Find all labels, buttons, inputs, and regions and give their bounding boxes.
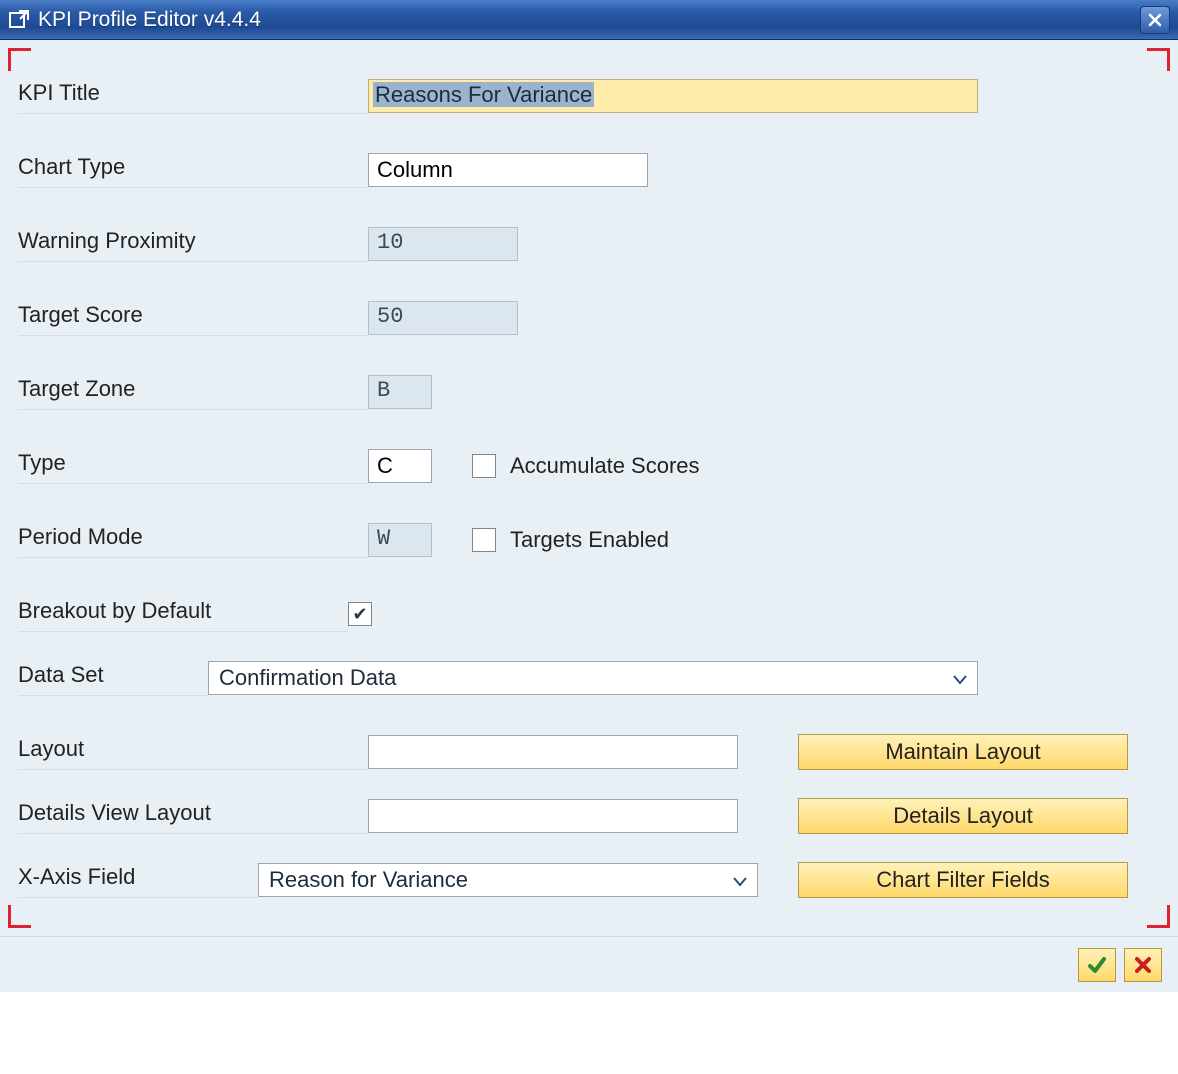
corner-marker bbox=[1147, 48, 1170, 71]
kpi-title-label: KPI Title bbox=[18, 78, 368, 114]
target-score-label: Target Score bbox=[18, 300, 368, 336]
corner-marker bbox=[1147, 905, 1170, 928]
period-mode-input[interactable]: W bbox=[368, 523, 432, 557]
form-content: KPI Title Reasons For Variance Chart Typ… bbox=[8, 48, 1170, 928]
ok-button[interactable] bbox=[1078, 948, 1116, 982]
target-zone-label: Target Zone bbox=[18, 374, 368, 410]
period-mode-label: Period Mode bbox=[18, 522, 368, 558]
targets-enabled-label: Targets Enabled bbox=[510, 527, 669, 553]
details-layout-button[interactable]: Details Layout bbox=[798, 798, 1128, 834]
details-view-layout-label: Details View Layout bbox=[18, 798, 368, 834]
x-axis-field-label: X-Axis Field bbox=[18, 862, 258, 898]
close-icon bbox=[1148, 13, 1162, 27]
body-area: KPI Title Reasons For Variance Chart Typ… bbox=[0, 40, 1178, 936]
type-label: Type bbox=[18, 448, 368, 484]
type-input[interactable] bbox=[368, 449, 432, 483]
chart-type-label: Chart Type bbox=[18, 152, 368, 188]
kpi-title-input[interactable]: Reasons For Variance bbox=[368, 79, 978, 113]
close-icon bbox=[1134, 956, 1152, 974]
details-layout-label: Details Layout bbox=[893, 803, 1032, 829]
footer-bar bbox=[0, 936, 1178, 992]
data-set-value: Confirmation Data bbox=[219, 665, 396, 691]
app-icon bbox=[8, 9, 30, 31]
warning-proximity-input[interactable]: 10 bbox=[368, 227, 518, 261]
x-axis-field-value: Reason for Variance bbox=[269, 867, 468, 893]
close-button[interactable] bbox=[1140, 6, 1170, 34]
x-axis-field-select[interactable]: Reason for Variance bbox=[258, 863, 758, 897]
check-icon bbox=[1087, 955, 1107, 975]
maintain-layout-button[interactable]: Maintain Layout bbox=[798, 734, 1128, 770]
data-set-label: Data Set bbox=[18, 660, 208, 696]
titlebar: KPI Profile Editor v4.4.4 bbox=[0, 0, 1178, 40]
cancel-button[interactable] bbox=[1124, 948, 1162, 982]
breakout-default-checkbox[interactable]: ✔ bbox=[348, 602, 372, 626]
corner-marker bbox=[8, 48, 31, 71]
data-set-select[interactable]: Confirmation Data bbox=[208, 661, 978, 695]
target-zone-input[interactable]: B bbox=[368, 375, 432, 409]
corner-marker bbox=[8, 905, 31, 928]
chevron-down-icon bbox=[953, 665, 967, 691]
accumulate-scores-checkbox[interactable] bbox=[472, 454, 496, 478]
warning-proximity-label: Warning Proximity bbox=[18, 226, 368, 262]
chevron-down-icon bbox=[733, 867, 747, 893]
targets-enabled-checkbox[interactable] bbox=[472, 528, 496, 552]
breakout-default-label: Breakout by Default bbox=[18, 596, 348, 632]
maintain-layout-label: Maintain Layout bbox=[885, 739, 1040, 765]
chart-type-input[interactable] bbox=[368, 153, 648, 187]
kpi-profile-editor-window: KPI Profile Editor v4.4.4 KPI Title Reas… bbox=[0, 0, 1178, 992]
chart-filter-fields-button[interactable]: Chart Filter Fields bbox=[798, 862, 1128, 898]
chart-filter-fields-label: Chart Filter Fields bbox=[876, 867, 1050, 893]
window-title: KPI Profile Editor v4.4.4 bbox=[38, 8, 1140, 32]
layout-label: Layout bbox=[18, 734, 368, 770]
check-icon: ✔ bbox=[352, 605, 367, 623]
kpi-title-value: Reasons For Variance bbox=[373, 82, 594, 107]
target-score-input[interactable]: 50 bbox=[368, 301, 518, 335]
accumulate-scores-label: Accumulate Scores bbox=[510, 453, 700, 479]
layout-input[interactable] bbox=[368, 735, 738, 769]
details-view-layout-input[interactable] bbox=[368, 799, 738, 833]
